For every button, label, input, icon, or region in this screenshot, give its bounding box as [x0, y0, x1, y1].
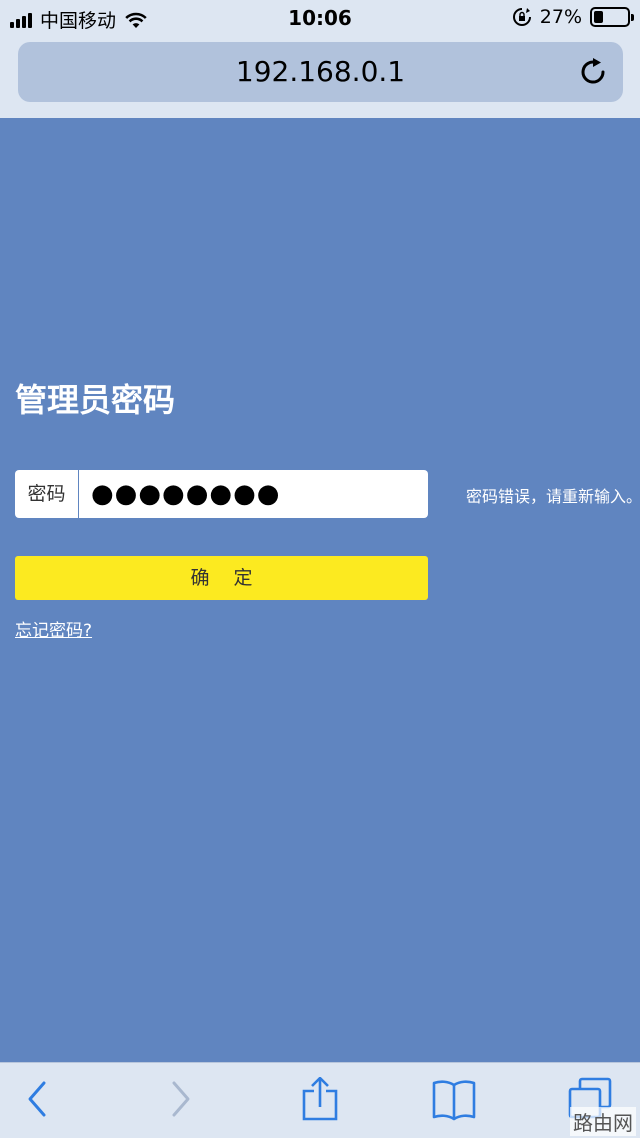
forgot-password-link[interactable]: 忘记密码?: [15, 616, 92, 641]
reload-icon[interactable]: [577, 56, 609, 88]
url-text[interactable]: 192.168.0.1: [18, 42, 623, 102]
page-title: 管理员密码: [15, 381, 176, 419]
confirm-button[interactable]: 确定: [15, 556, 428, 600]
status-right: 27%: [512, 6, 634, 28]
browser-top-bar: 中国移动 10:06 27% 192.168.0.1: [0, 0, 640, 118]
battery-percent: 27%: [539, 6, 582, 28]
password-label: 密码: [15, 470, 79, 518]
page: 中国移动 10:06 27% 192.168.0.1 管理员密码 密码 ●●●●…: [0, 0, 640, 1138]
back-icon[interactable]: [14, 1077, 62, 1121]
address-bar[interactable]: 192.168.0.1: [18, 42, 623, 102]
battery-nub: [631, 14, 634, 21]
password-input[interactable]: ●●●●●●●●: [79, 470, 428, 518]
battery-icon: [590, 7, 634, 27]
browser-bottom-toolbar: 路由网: [0, 1062, 640, 1138]
error-message: 密码错误，请重新输入。: [466, 487, 640, 506]
watermark: 路由网: [570, 1107, 636, 1136]
status-bar: 中国移动 10:06 27%: [0, 0, 640, 36]
password-field[interactable]: 密码 ●●●●●●●●: [15, 470, 428, 518]
forward-icon[interactable]: [156, 1077, 204, 1121]
bookmarks-icon[interactable]: [430, 1077, 478, 1121]
share-icon[interactable]: [296, 1077, 344, 1121]
rotation-lock-icon: [512, 8, 531, 26]
battery-fill: [594, 11, 603, 23]
